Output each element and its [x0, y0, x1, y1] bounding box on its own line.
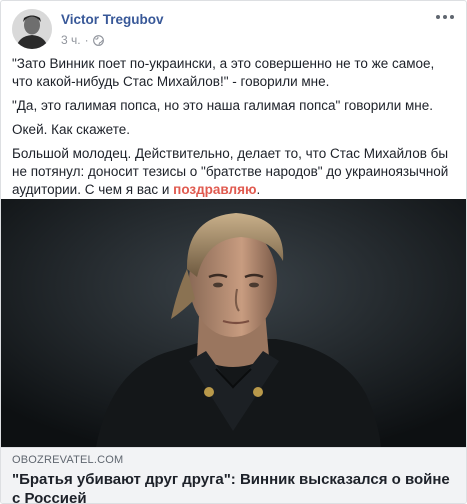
link-domain: OBOZREVATEL.COM [12, 454, 124, 466]
more-options-icon[interactable] [436, 11, 454, 23]
avatar[interactable] [12, 9, 52, 49]
link-title[interactable]: "Братья убивают друг друга": Винник выск… [12, 470, 457, 503]
post-time[interactable]: 3 ч. [61, 33, 81, 47]
post-paragraph-1: "Зато Винник поет по-украински, а это со… [12, 56, 435, 89]
post-header: Victor Tregubov 3 ч. · [12, 9, 458, 49]
post-paragraph-2: "Да, это галимая попса, но это наша гали… [12, 98, 433, 113]
meta-separator: · [84, 33, 89, 47]
globe-icon[interactable] [92, 34, 104, 46]
facebook-post: Victor Tregubov 3 ч. · "Зато Винник поет… [0, 0, 467, 504]
post-paragraph-3: Окей. Как скажете. [12, 122, 130, 137]
post-text: "Зато Винник поет по-украински, а это со… [12, 55, 458, 205]
author-name[interactable]: Victor Tregubov [61, 12, 164, 27]
link-preview-image[interactable] [1, 199, 466, 447]
congrats-link[interactable]: поздравляю [173, 182, 256, 197]
link-preview[interactable]: OBOZREVATEL.COM "Братья убивают друг дру… [1, 447, 466, 503]
avatar-photo [12, 9, 52, 49]
portrait-photo [1, 199, 466, 447]
post-paragraph-4-end: . [256, 182, 261, 197]
post-paragraph-4: Большой молодец. Действительно, делает т… [12, 145, 458, 199]
post-meta: 3 ч. · [61, 33, 104, 47]
